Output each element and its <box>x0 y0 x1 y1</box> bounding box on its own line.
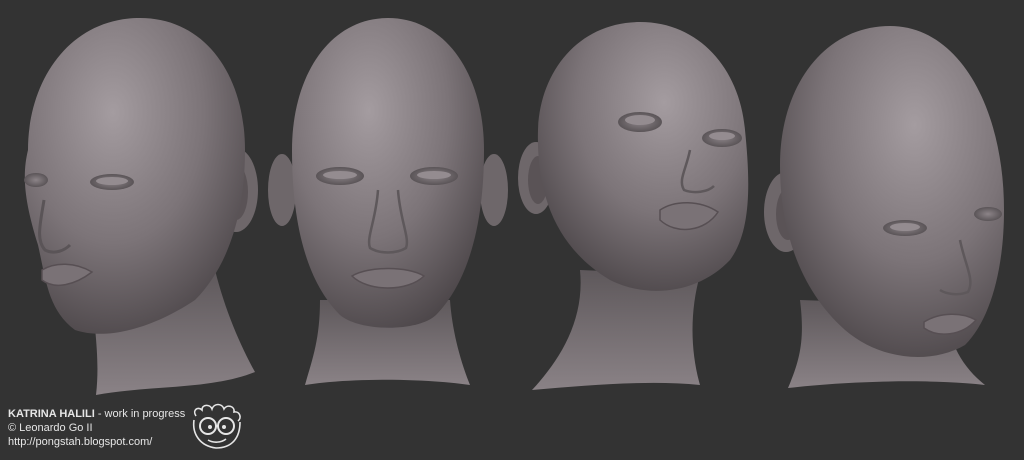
sculpt-subject-name: KATRINA HALILI <box>8 408 95 420</box>
caption-title-line: KATRINA HALILI - work in progress <box>8 407 185 421</box>
copyright-line: © Leonardo Go II <box>8 422 93 434</box>
head-front <box>268 18 508 385</box>
sculpt-render <box>24 18 1004 395</box>
cartoon-face-with-glasses-icon <box>192 403 241 449</box>
caption-block: KATRINA HALILI - work in progress © Leon… <box>8 407 185 449</box>
sculpt-status: - work in progress <box>94 408 186 420</box>
head-three-quarter-left <box>24 18 258 395</box>
head-upward-three-quarter-right <box>518 22 749 390</box>
head-three-quarter-right <box>764 26 1004 388</box>
blog-url: http://pongstah.blogspot.com/ <box>8 436 153 448</box>
